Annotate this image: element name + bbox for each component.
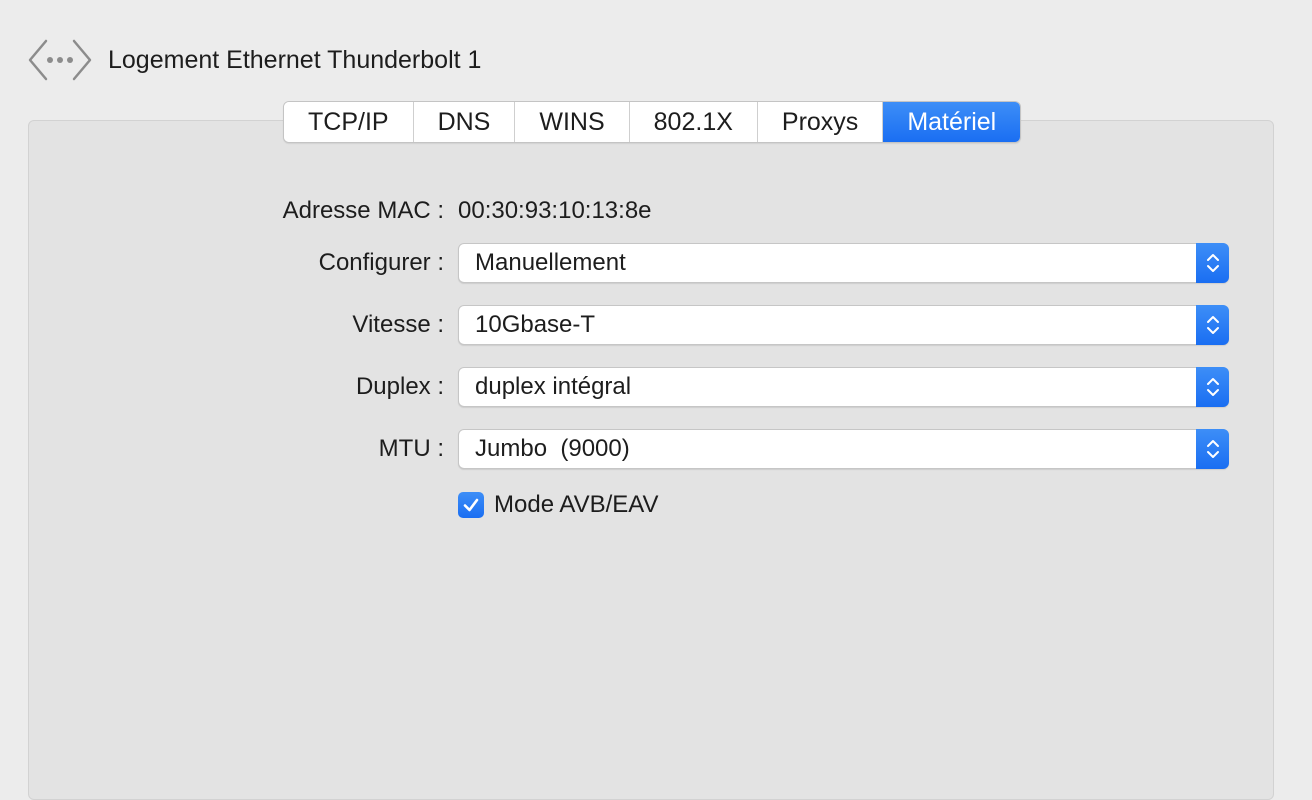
- chevron-up-down-icon: [1196, 305, 1229, 345]
- chevron-up-down-icon: [1196, 243, 1229, 283]
- chevron-up-down-icon: [1196, 367, 1229, 407]
- mac-address-value: 00:30:93:10:13:8e: [458, 197, 652, 224]
- tab-bar: TCP/IP DNS WINS 802.1X Proxys Matériel: [283, 101, 1022, 143]
- tab-8021x[interactable]: 802.1X: [629, 102, 758, 142]
- configure-select[interactable]: Manuellement: [458, 243, 1229, 283]
- speed-row: Vitesse : 10Gbase-T: [0, 305, 1312, 345]
- chevron-up-down-icon: [1196, 429, 1229, 469]
- avb-eav-label: Mode AVB/EAV: [494, 491, 659, 518]
- tab-dns[interactable]: DNS: [413, 102, 516, 142]
- tab-proxys[interactable]: Proxys: [757, 102, 884, 142]
- checkmark-icon: [463, 498, 479, 512]
- configure-row: Configurer : Manuellement: [0, 243, 1312, 283]
- interface-title: Logement Ethernet Thunderbolt 1: [108, 45, 482, 74]
- mtu-row: MTU : Jumbo (9000): [0, 429, 1312, 469]
- mac-address-label: Adresse MAC :: [282, 197, 444, 224]
- mtu-select[interactable]: Jumbo (9000): [458, 429, 1229, 469]
- speed-select[interactable]: 10Gbase-T: [458, 305, 1229, 345]
- window-header: Logement Ethernet Thunderbolt 1: [28, 36, 481, 84]
- duplex-label: Duplex :: [355, 373, 444, 400]
- configure-select-value: Manuellement: [475, 249, 626, 276]
- tab-wins[interactable]: WINS: [515, 102, 630, 142]
- configure-label: Configurer :: [318, 249, 444, 276]
- avb-eav-checkbox-row[interactable]: Mode AVB/EAV: [458, 488, 659, 522]
- tab-materiel[interactable]: Matériel: [883, 102, 1021, 142]
- network-interface-icon: [28, 39, 92, 81]
- duplex-row: Duplex : duplex intégral: [0, 367, 1312, 407]
- duplex-select-value: duplex intégral: [475, 373, 632, 400]
- mac-address-row: Adresse MAC : 00:30:93:10:13:8e: [0, 191, 1312, 231]
- duplex-select[interactable]: duplex intégral: [458, 367, 1229, 407]
- avb-eav-checkbox[interactable]: [458, 492, 484, 518]
- speed-label: Vitesse :: [352, 311, 444, 338]
- tab-tcp-ip[interactable]: TCP/IP: [284, 102, 414, 142]
- mtu-label: MTU :: [378, 435, 444, 462]
- mtu-select-value: Jumbo (9000): [475, 435, 630, 462]
- speed-select-value: 10Gbase-T: [475, 311, 596, 338]
